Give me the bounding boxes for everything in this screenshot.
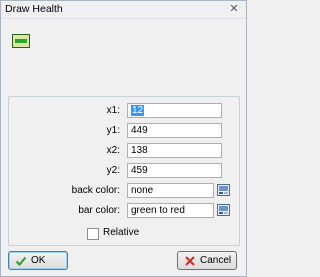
x1-row: x1: 12 [9, 103, 241, 119]
relative-label: Relative [103, 227, 140, 238]
health-bar-icon [12, 34, 30, 48]
parameters-group: x1: 12 y1: 449 x2: 138 y2: 459 back colo… [8, 96, 240, 246]
cross-icon [185, 256, 195, 266]
x1-label: x1: [106, 105, 120, 116]
x1-input[interactable]: 12 [127, 103, 222, 118]
x2-row: x2: 138 [9, 143, 241, 159]
y1-label: y1: [106, 125, 120, 136]
bar-color-input[interactable]: green to red [127, 203, 214, 218]
back-color-label: back color: [71, 185, 120, 196]
bar-color-label: bar color: [78, 205, 120, 216]
back-color-row: back color: none [9, 183, 241, 199]
ok-button[interactable]: OK [8, 251, 68, 270]
title-bar: Draw Health ✕ [1, 1, 246, 19]
y2-label: y2: [106, 165, 120, 176]
x2-label: x2: [106, 145, 120, 156]
x2-input[interactable]: 138 [127, 143, 222, 158]
cancel-label: Cancel [200, 255, 232, 266]
cancel-button[interactable]: Cancel [177, 251, 237, 270]
y1-input[interactable]: 449 [127, 123, 222, 138]
check-icon [15, 256, 27, 266]
color-picker-icon[interactable] [217, 184, 230, 196]
bar-color-row: bar color: green to red [9, 203, 241, 219]
ok-label: OK [31, 255, 46, 266]
y2-input[interactable]: 459 [127, 163, 222, 178]
draw-health-dialog: Draw Health ✕ x1: 12 y1: 449 x2: 138 y2:… [0, 0, 247, 277]
x1-value: 12 [131, 105, 145, 116]
window-title: Draw Health [5, 3, 63, 15]
relative-checkbox[interactable] [87, 228, 99, 240]
close-icon[interactable]: ✕ [222, 1, 246, 17]
color-picker-icon[interactable] [217, 204, 230, 216]
y1-row: y1: 449 [9, 123, 241, 139]
y2-row: y2: 459 [9, 163, 241, 179]
back-color-input[interactable]: none [127, 183, 214, 198]
